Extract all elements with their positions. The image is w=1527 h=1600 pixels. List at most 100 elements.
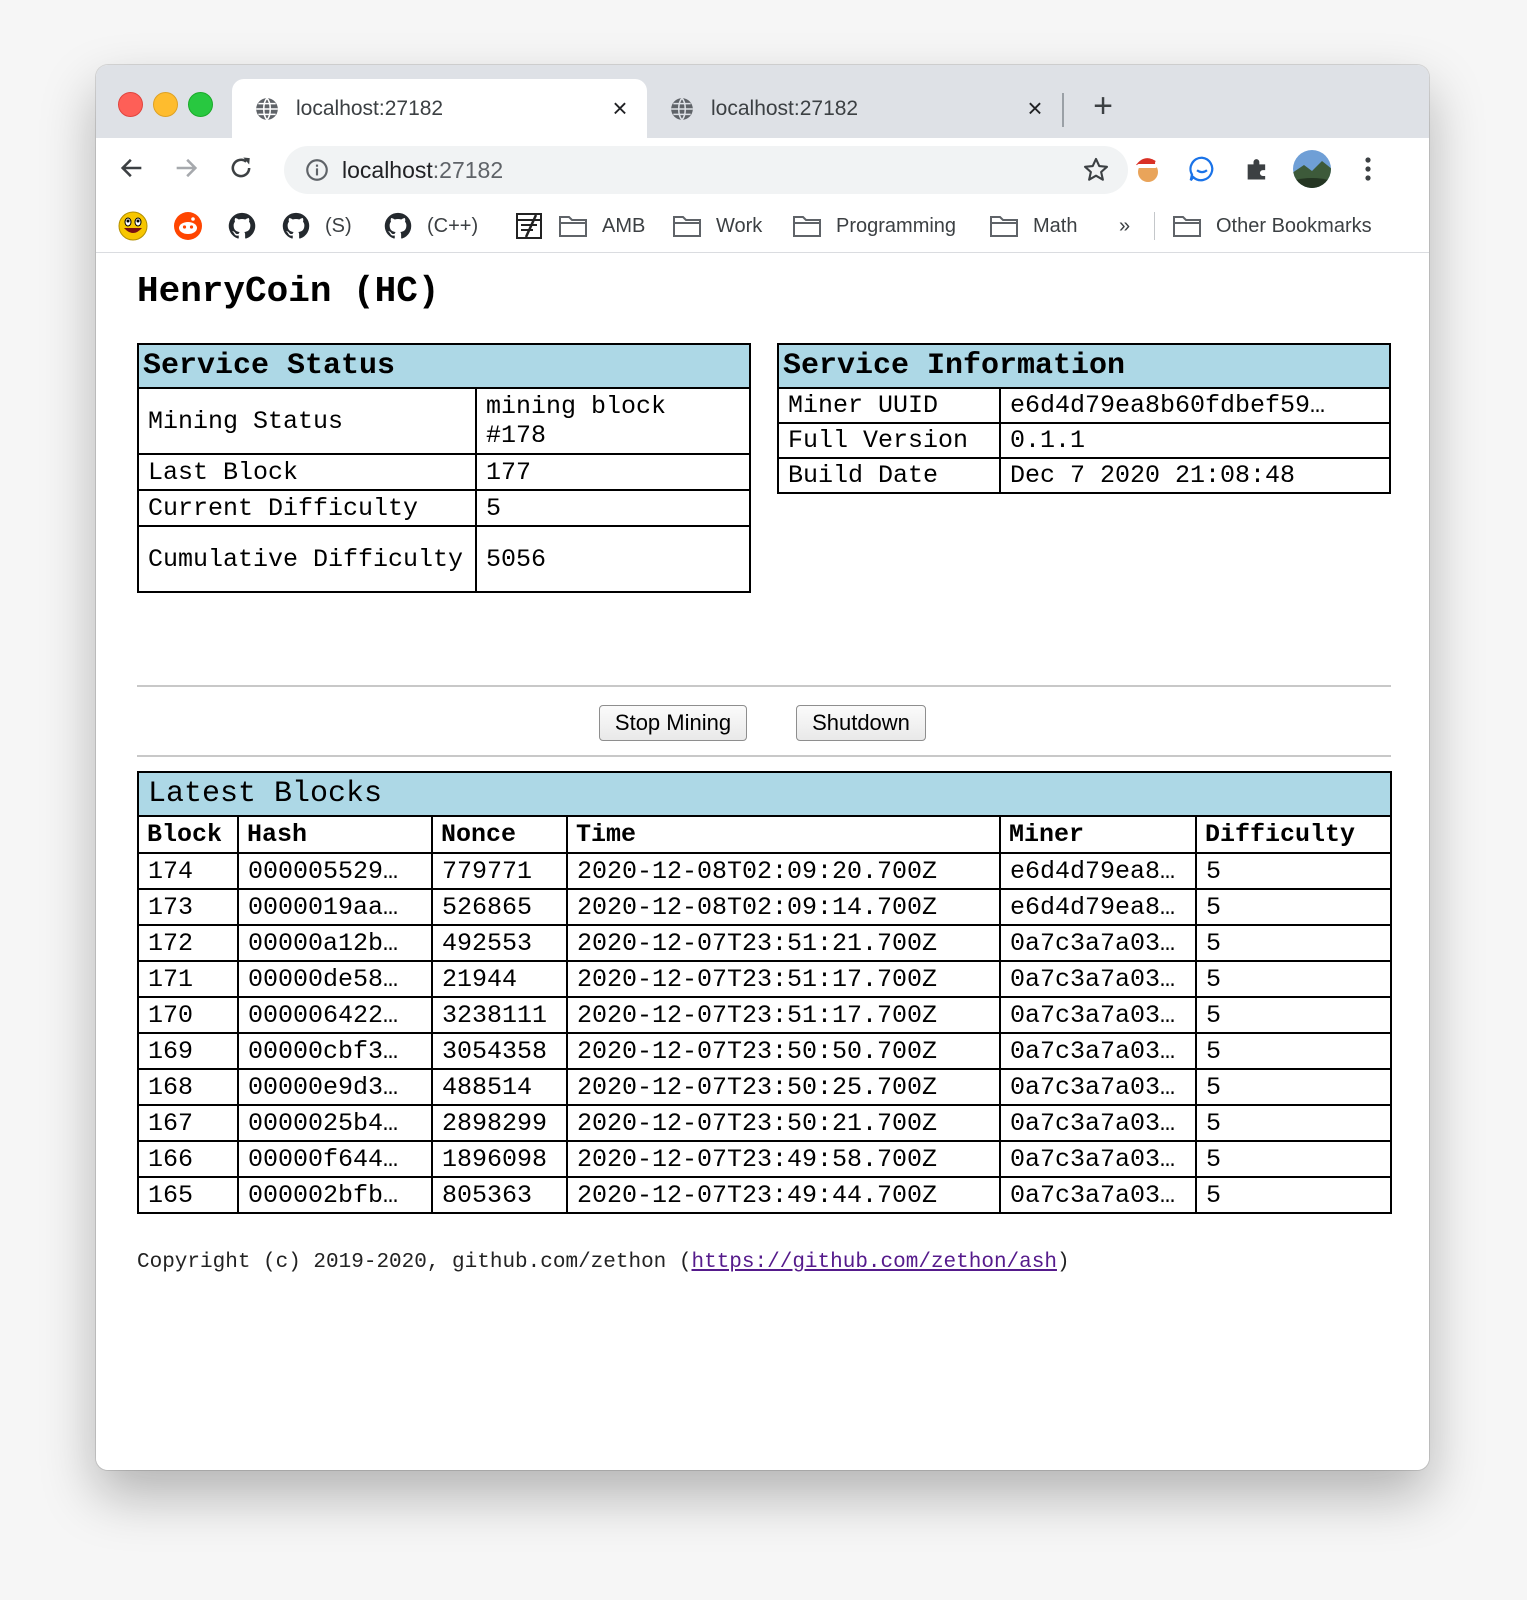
cell-difficulty: 5 xyxy=(1194,1032,1393,1070)
table-row: 172 00000a12b… 492553 2020-12-07T23:51:2… xyxy=(137,924,1393,962)
last-block-label: Last Block xyxy=(137,453,477,491)
close-window-button[interactable] xyxy=(118,92,143,117)
bookmark-github-cpp[interactable]: (C++) xyxy=(383,210,478,242)
table-row: Full Version 0.1.1 xyxy=(777,422,1391,459)
reload-button[interactable] xyxy=(223,150,259,186)
table-row: 173 0000019aa… 526865 2020-12-08T02:09:1… xyxy=(137,888,1393,926)
table-header-row: Block Hash Nonce Time Miner Difficulty xyxy=(137,815,1393,854)
service-information-heading: Service Information xyxy=(777,343,1391,389)
chat-extension-icon[interactable] xyxy=(1185,152,1219,186)
bookmark-github[interactable] xyxy=(227,210,271,242)
bookmark-star-icon[interactable] xyxy=(1082,156,1110,184)
bookmark-notepad[interactable] xyxy=(514,210,558,242)
bookmark-folder-amb[interactable]: AMB xyxy=(558,210,645,242)
cell-time: 2020-12-07T23:50:25.700Z xyxy=(566,1068,1001,1106)
cell-block: 166 xyxy=(137,1140,239,1178)
current-difficulty-label: Current Difficulty xyxy=(137,489,477,527)
cell-hash: 0000025b4… xyxy=(237,1104,433,1142)
tab-active[interactable]: localhost:27182 × xyxy=(232,79,647,138)
maximize-window-button[interactable] xyxy=(188,92,213,117)
cell-hash: 00000de58… xyxy=(237,960,433,998)
miner-uuid-value: e6d4d79ea8b60fdbef59… xyxy=(1010,391,1326,420)
new-tab-button[interactable]: + xyxy=(1086,87,1120,126)
cell-nonce: 2898299 xyxy=(431,1104,568,1142)
cell-miner: 0a7c3a7a03… xyxy=(999,1140,1197,1178)
bookmark-folder-programming[interactable]: Programming xyxy=(792,210,956,242)
close-tab-icon[interactable]: × xyxy=(607,93,633,124)
full-version-label: Full Version xyxy=(777,422,1001,459)
copyright-text: Copyright (c) 2019-2020, github.com/zeth… xyxy=(137,1251,692,1274)
bookmark-github-s[interactable]: (S) xyxy=(281,210,352,242)
bookmark-reddit[interactable] xyxy=(173,210,217,242)
bookmark-label: Work xyxy=(716,214,763,237)
cell-difficulty: 5 xyxy=(1194,1104,1393,1142)
column-header-block: Block xyxy=(137,815,239,854)
back-button[interactable] xyxy=(114,150,150,186)
column-header-difficulty: Difficulty xyxy=(1194,815,1393,854)
cell-block: 165 xyxy=(137,1176,239,1214)
repo-link[interactable]: https://github.com/zethon/ash xyxy=(692,1251,1057,1274)
cell-miner: e6d4d79ea8… xyxy=(999,852,1197,890)
puzzle-extensions-icon[interactable] xyxy=(1240,152,1274,186)
build-date-value: Dec 7 2020 21:08:48 xyxy=(999,457,1391,494)
github-icon xyxy=(228,212,256,239)
cell-miner: 0a7c3a7a03… xyxy=(999,1032,1197,1070)
cell-time: 2020-12-07T23:50:50.700Z xyxy=(566,1032,1001,1070)
minimize-window-button[interactable] xyxy=(153,92,178,117)
folder-icon xyxy=(1173,216,1201,237)
cell-miner: e6d4d79ea8… xyxy=(999,888,1197,926)
cell-miner: 0a7c3a7a03… xyxy=(999,1068,1197,1106)
stop-mining-button[interactable]: Stop Mining xyxy=(599,705,747,741)
tab-title: localhost:27182 xyxy=(711,96,859,120)
bookmark-folder-math[interactable]: Math xyxy=(989,210,1077,242)
bookmarks-overflow-button[interactable]: » xyxy=(1119,210,1130,242)
cell-time: 2020-12-07T23:50:21.700Z xyxy=(566,1104,1001,1142)
divider xyxy=(137,685,1391,687)
cell-nonce: 3054358 xyxy=(431,1032,568,1070)
mining-status-label: Mining Status xyxy=(137,387,477,455)
table-row: Miner UUID e6d4d79ea8b60fdbef59… xyxy=(777,387,1391,424)
current-difficulty-value: 5 xyxy=(475,489,751,527)
table-row: 169 00000cbf3… 3054358 2020-12-07T23:50:… xyxy=(137,1032,1393,1070)
table-row: 170 000006422… 3238111 2020-12-07T23:51:… xyxy=(137,996,1393,1034)
cell-time: 2020-12-07T23:49:58.700Z xyxy=(566,1140,1001,1178)
cell-nonce: 1896098 xyxy=(431,1140,568,1178)
kebab-menu-icon[interactable] xyxy=(1351,152,1385,186)
last-block-value: 177 xyxy=(475,453,751,491)
table-row: Build Date Dec 7 2020 21:08:48 xyxy=(777,457,1391,494)
profile-avatar[interactable] xyxy=(1292,149,1332,189)
arrow-left-icon xyxy=(120,158,142,178)
cell-nonce: 492553 xyxy=(431,924,568,962)
bookmark-awesome-face[interactable] xyxy=(118,210,162,242)
address-text[interactable]: localhost:27182 xyxy=(342,157,1082,184)
divider xyxy=(137,755,1391,757)
folder-icon xyxy=(559,216,587,237)
browser-toolbar: localhost:27182 xyxy=(96,138,1429,200)
cell-difficulty: 5 xyxy=(1194,960,1393,998)
bookmark-label: AMB xyxy=(602,214,646,237)
bookmark-label: Other Bookmarks xyxy=(1216,214,1372,237)
forward-button[interactable] xyxy=(168,150,204,186)
close-tab-icon[interactable]: × xyxy=(1022,93,1048,124)
latest-blocks-heading: Latest Blocks xyxy=(136,771,1393,817)
info-icon[interactable] xyxy=(304,157,330,183)
cell-difficulty: 5 xyxy=(1194,1140,1393,1178)
bookmark-folder-work[interactable]: Work xyxy=(672,210,762,242)
table-row: Last Block 177 xyxy=(137,453,751,491)
url-host: localhost xyxy=(342,156,433,183)
folder-icon xyxy=(793,216,821,237)
cell-hash: 0000019aa… xyxy=(237,888,433,926)
column-header-nonce: Nonce xyxy=(431,815,568,854)
page-content: HenryCoin (HC) Service Status Mining Sta… xyxy=(96,253,1429,1470)
footer: Copyright (c) 2019-2020, github.com/zeth… xyxy=(137,1251,1070,1274)
address-bar[interactable]: localhost:27182 xyxy=(284,146,1128,194)
github-icon xyxy=(282,212,310,239)
cell-miner: 0a7c3a7a03… xyxy=(999,960,1197,998)
cell-nonce: 805363 xyxy=(431,1176,568,1214)
shutdown-button[interactable]: Shutdown xyxy=(796,705,926,741)
bookmark-folder-other[interactable]: Other Bookmarks xyxy=(1172,210,1372,242)
table-row: Cumulative Difficulty 5056 xyxy=(137,525,751,593)
tab-inactive[interactable]: localhost:27182 × xyxy=(647,79,1062,138)
folder-icon xyxy=(990,216,1018,237)
santa-extension-icon[interactable] xyxy=(1130,152,1164,186)
